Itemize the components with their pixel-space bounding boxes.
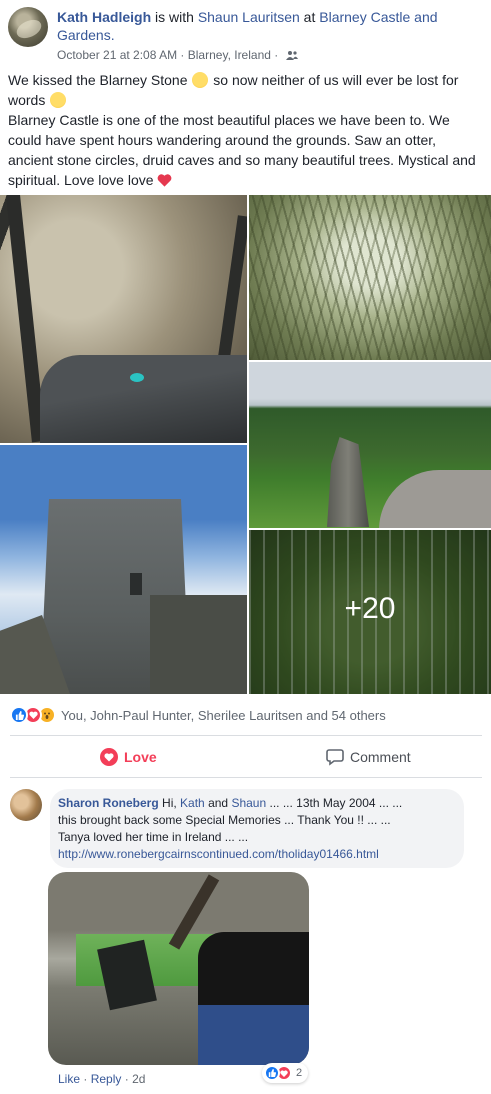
timestamp-link[interactable]: October 21 at 2:08 AM: [57, 48, 177, 62]
at-text: at: [303, 9, 316, 25]
post-headline: Kath Hadleigh is with Shaun Lauritsen at…: [57, 8, 477, 44]
tower-window: [130, 573, 142, 595]
comment-sep-2: ·: [124, 1072, 129, 1086]
comment-reply-link[interactable]: Reply: [91, 1072, 122, 1086]
commenter-name-link[interactable]: Sharon Roneberg: [58, 796, 159, 810]
smile-emoji-icon: [192, 72, 209, 88]
bottle-cap: [130, 373, 144, 382]
comment-and: and: [208, 796, 229, 810]
post-text-para2: Blarney Castle is one of the most beauti…: [8, 112, 476, 188]
laugh-emoji-icon: [50, 92, 67, 108]
comment-like-link[interactable]: Like: [58, 1072, 80, 1086]
love-reaction-icon: [100, 748, 118, 766]
comment-text-b: ... ... 13th May 2004 ... ...: [269, 796, 403, 810]
ruin-wall-right: [150, 595, 247, 694]
comment-reactions[interactable]: 2: [262, 1063, 309, 1083]
comment-actions: Like · Reply · 2d: [58, 1072, 145, 1086]
photo-blarney-stone[interactable]: [0, 195, 247, 443]
author-name-link[interactable]: Kath Hadleigh: [57, 9, 151, 25]
tagged-person-link[interactable]: Shaun Lauritsen: [198, 9, 300, 25]
photo-willow-tunnel[interactable]: [249, 195, 491, 360]
photo-person: [198, 932, 309, 1065]
comment-button[interactable]: Comment: [326, 744, 411, 770]
photo-stone-circle[interactable]: [249, 362, 491, 528]
location-link[interactable]: Blarney, Ireland: [188, 48, 271, 62]
gravel-path: [379, 470, 491, 528]
photo-castle-tower[interactable]: [0, 445, 247, 694]
comment-text-a: Hi,: [162, 796, 177, 810]
comment-reaction-count: 2: [296, 1067, 303, 1079]
post-text-line1c: words: [8, 92, 46, 108]
standing-stone: [327, 437, 369, 527]
mention-kath-link[interactable]: Kath: [180, 796, 205, 810]
post-text-line1a: We kissed the Blarney Stone: [8, 72, 188, 88]
friends-icon[interactable]: [285, 50, 298, 60]
like-icon: [10, 706, 28, 724]
meta-separator-2: ·: [274, 48, 279, 62]
comment-like-icon: [264, 1065, 280, 1081]
comment-text-c: this brought back some Special Memories …: [58, 813, 391, 827]
comment-bubble: Sharon Roneberg Hi, Kath and Shaun ... .…: [50, 789, 464, 868]
post-text-line1b: so now neither of us will ever be lost f…: [213, 72, 459, 88]
comment-label: Comment: [350, 749, 411, 765]
person-jacket: [40, 355, 247, 443]
post-text: We kissed the Blarney Stone so now neith…: [8, 70, 484, 190]
more-photos-count: +20: [344, 592, 396, 625]
post-header: Kath Hadleigh is with Shaun Lauritsen at…: [8, 6, 484, 66]
heart-emoji-icon: [158, 174, 172, 187]
mention-shaun-link[interactable]: Shaun: [231, 796, 266, 810]
comment-sep-1: ·: [83, 1072, 88, 1086]
photo-waterfall-more[interactable]: +20: [249, 530, 491, 694]
comment-age: 2d: [132, 1072, 146, 1086]
reactions-summary[interactable]: You, John-Paul Hunter, Sherilee Lauritse…: [10, 706, 386, 724]
love-label: Love: [124, 749, 157, 765]
divider-top: [10, 735, 482, 736]
reactions-text: You, John-Paul Hunter, Sherilee Lauritse…: [61, 707, 386, 723]
divider-bottom: [10, 777, 482, 778]
comment-url-link[interactable]: http://www.ronebergcairnscontinued.com/t…: [58, 847, 379, 861]
love-button[interactable]: Love: [100, 744, 157, 770]
post-meta: October 21 at 2:08 AM · Blarney, Ireland…: [57, 48, 298, 62]
comment-icon: [326, 749, 344, 766]
comment-text-d: Tanya loved her time in Ireland ... ...: [58, 830, 249, 844]
commenter-avatar[interactable]: [10, 789, 42, 821]
is-with-text: is with: [155, 9, 194, 25]
comment-photo[interactable]: [48, 872, 309, 1065]
meta-separator: ·: [180, 48, 185, 62]
author-avatar[interactable]: [8, 7, 48, 47]
